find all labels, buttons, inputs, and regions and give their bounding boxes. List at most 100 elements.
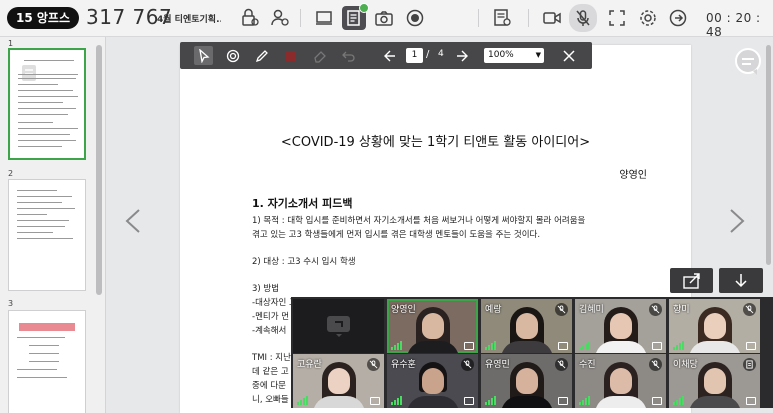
pen-icon — [255, 49, 268, 62]
settings-icon — [640, 10, 656, 26]
note-icon — [22, 65, 36, 81]
monitor-icon — [558, 342, 568, 350]
mic-muted-icon — [649, 358, 662, 371]
brand-badge: 15 앙프스 — [7, 7, 79, 29]
thumbnail-number: 1 — [8, 39, 14, 48]
signal-icon — [297, 396, 309, 405]
target-icon — [226, 49, 239, 62]
doc-line: TMI : 지난 — [252, 353, 291, 363]
download-button[interactable] — [719, 268, 763, 293]
prev-page-button[interactable] — [380, 46, 399, 65]
mic-muted-icon — [649, 303, 662, 316]
undo-button[interactable] — [339, 46, 358, 65]
screen-share-tile[interactable] — [293, 299, 384, 353]
zoom-select[interactable]: 100% ▼ — [484, 48, 544, 63]
doc-line: -멘티가 먼 — [252, 312, 290, 322]
participant-tile[interactable]: 예랑 — [481, 299, 572, 353]
participant-tile[interactable]: 수진 — [575, 354, 666, 408]
participant-tile[interactable]: 이채당 — [669, 354, 760, 408]
exit-button[interactable] — [666, 6, 690, 30]
screen-share-icon — [327, 316, 350, 337]
lock-icon — [242, 8, 259, 26]
undo-icon — [341, 51, 355, 62]
doc-line: 3) 방법 — [252, 284, 280, 294]
next-page-button[interactable] — [452, 46, 471, 65]
participants-button[interactable] — [490, 6, 514, 30]
chat-icon[interactable] — [733, 47, 763, 77]
chevron-left-icon[interactable] — [121, 207, 145, 235]
monitor-icon — [746, 342, 756, 350]
video-grid: 양영인 예랑 김혜미 향미 고유란 유수훈 유영민 수진 이채당 — [291, 297, 773, 408]
record-icon — [406, 9, 424, 27]
participant-tile[interactable]: 김혜미 — [575, 299, 666, 353]
settings-button[interactable] — [636, 6, 660, 30]
doc-line: -계속해서 — [252, 326, 287, 336]
mic-muted-icon — [743, 303, 756, 316]
mic-muted-icon — [576, 10, 590, 26]
video-button[interactable] — [540, 6, 564, 30]
participants-icon — [494, 9, 511, 26]
participant-tile[interactable]: 고유란 — [293, 354, 384, 408]
document-button[interactable] — [342, 3, 369, 30]
monitor-icon — [652, 397, 662, 405]
doc-line: 중에 다문 — [252, 381, 286, 391]
signal-icon — [673, 396, 685, 405]
fullscreen-icon — [609, 10, 625, 26]
participant-name: 향미 — [673, 305, 690, 315]
participant-tile[interactable]: 유수훈 — [387, 354, 478, 408]
participant-name: 김혜미 — [579, 305, 604, 315]
eraser-tool-button[interactable] — [310, 46, 329, 65]
caret-down-icon: ▼ — [535, 51, 541, 59]
page-number-input[interactable]: 1 — [406, 48, 423, 63]
share-icon — [682, 272, 700, 289]
thumbnail-page-1[interactable] — [8, 48, 86, 160]
participant-name: 예랑 — [485, 305, 502, 315]
participant-tile[interactable]: 양영인 — [387, 299, 478, 353]
pen-tool-button[interactable] — [252, 46, 271, 65]
document-toolbar: 1 / 4 100% ▼ — [180, 42, 592, 69]
fullscreen-button[interactable] — [605, 6, 629, 30]
close-toolbar-button[interactable] — [559, 46, 578, 65]
thumbnail-page-3[interactable] — [8, 310, 86, 413]
section-heading: 1. 자기소개서 피드백 — [252, 197, 353, 210]
arrow-right-icon — [456, 50, 468, 61]
screen-button[interactable] — [312, 6, 336, 30]
signal-icon — [391, 341, 403, 350]
record-button[interactable] — [403, 6, 427, 30]
lock-button[interactable] — [238, 6, 262, 30]
thumbnail-scrollbar[interactable] — [96, 45, 102, 295]
share-button[interactable] — [670, 268, 713, 293]
thumbnail-page-2[interactable] — [8, 179, 86, 291]
color-swatch-icon — [285, 50, 296, 61]
thumbnail-number: 2 — [8, 169, 14, 178]
mic-muted-icon — [367, 358, 380, 371]
document-icon — [743, 358, 756, 371]
mic-muted-icon — [555, 303, 568, 316]
chevron-right-icon[interactable] — [725, 207, 749, 235]
top-toolbar: 15 앙프스 317 767 4월 티엔토기획... 00 : 20 : 48 — [0, 0, 773, 39]
camera-button[interactable] — [372, 6, 396, 30]
select-tool-button[interactable] — [194, 46, 213, 65]
screen-icon — [316, 11, 332, 25]
color-button[interactable] — [281, 46, 300, 65]
download-icon — [735, 273, 747, 287]
page-scrollbar[interactable] — [766, 45, 771, 265]
exit-icon — [669, 9, 687, 27]
monitor-icon — [746, 397, 756, 405]
participant-name: 양영인 — [391, 305, 416, 315]
page-separator: / — [426, 49, 430, 60]
mic-button[interactable] — [569, 4, 597, 32]
doc-line: 1) 목적 : 대학 입시를 준비하면서 자기소개서를 처음 써보거나 어떻게 … — [252, 216, 586, 226]
cursor-icon — [198, 48, 210, 63]
participant-tile[interactable]: 유영민 — [481, 354, 572, 408]
participant-name: 수진 — [579, 360, 596, 370]
room-title: 4월 티엔토기획... — [157, 15, 221, 25]
divider — [478, 9, 479, 27]
thumbnail-number: 3 — [8, 299, 14, 308]
participant-name: 고유란 — [297, 360, 322, 370]
zoom-value: 100% — [488, 50, 514, 60]
user-lock-button[interactable] — [268, 6, 292, 30]
laser-tool-button[interactable] — [223, 46, 242, 65]
signal-icon — [485, 396, 497, 405]
participant-tile[interactable]: 향미 — [669, 299, 760, 353]
